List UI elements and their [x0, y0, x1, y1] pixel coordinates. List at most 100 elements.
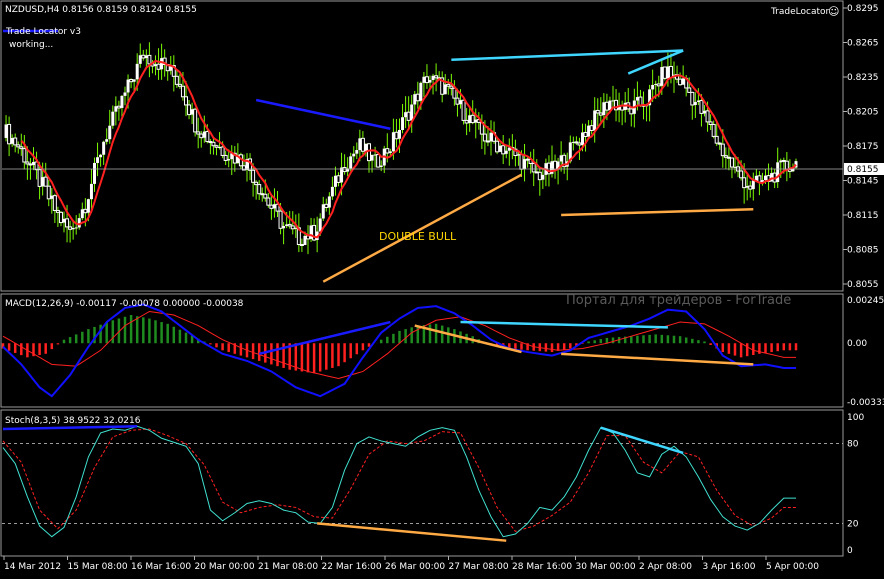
- candle-body-bear: [729, 157, 734, 168]
- trendline-double-bull-orange[interactable]: [322, 173, 523, 283]
- candle-body-bear: [254, 181, 259, 186]
- candle-body-bear: [464, 119, 469, 124]
- stoch-tick-label: 80: [847, 440, 859, 450]
- candle-body-bull: [96, 157, 100, 163]
- trendline-cyan-top-short[interactable]: [627, 49, 684, 75]
- trendline-cyan-top-long[interactable]: [451, 49, 684, 61]
- candle-body-bull: [523, 159, 527, 170]
- candle-body-bear: [455, 97, 460, 105]
- stoch-panel: [2, 425, 843, 542]
- candle-body-bull: [504, 150, 508, 154]
- candle-body-bear: [278, 210, 283, 229]
- candle-body-bear: [687, 87, 692, 93]
- candle-body-bull: [74, 227, 78, 229]
- candle-body-bear: [577, 142, 582, 146]
- candle-body-bull: [428, 80, 432, 83]
- trendline-orange-bottom[interactable]: [561, 208, 754, 217]
- candle-body-bull: [419, 82, 423, 101]
- candle-body-bear: [678, 78, 683, 86]
- candle-body-bear: [299, 244, 304, 247]
- candle-body-bear: [46, 185, 51, 200]
- trendline-blue-resistance[interactable]: [255, 98, 391, 130]
- candle-body-bear: [415, 93, 420, 102]
- candle-body-bear: [629, 108, 634, 115]
- candle-body-bear: [614, 99, 619, 111]
- candle-body-bear: [714, 135, 719, 144]
- candle-body-bear: [711, 123, 716, 137]
- candle-body-bull: [86, 199, 90, 213]
- candle-body-bull: [751, 180, 755, 190]
- candle-body-bear: [65, 218, 70, 228]
- candle-body-bear: [290, 225, 295, 230]
- price-panel-frame: [0, 0, 844, 292]
- time-tick-label: 22 Mar 16:00: [322, 562, 382, 572]
- candle-body-bear: [58, 211, 63, 224]
- time-tick-label: 21 Mar 08:00: [258, 562, 318, 572]
- time-tick-label: 15 Mar 08:00: [68, 562, 128, 572]
- candle-body-bear: [25, 161, 30, 165]
- price-tick-label: 0.8295: [847, 4, 879, 14]
- candle-body-bear: [43, 176, 48, 187]
- price-tick-label: 0.8205: [847, 108, 879, 118]
- price-tick-label: 0.8145: [847, 177, 879, 187]
- double-bull-annotation: DOUBLE BULL: [379, 230, 457, 243]
- macd-tick-label: 0.00: [847, 339, 867, 349]
- candle-body-bear: [537, 171, 542, 181]
- candle-body-bear: [553, 160, 558, 171]
- trendline-stoch-orange[interactable]: [317, 522, 507, 542]
- candle-body-bull: [285, 224, 289, 226]
- candle-body-bull: [571, 141, 575, 143]
- candle-body-bull: [340, 167, 344, 183]
- watermark: Портал для трейдеров - ForTrade: [566, 293, 791, 308]
- candle-body-bear: [723, 155, 728, 158]
- price-tick-label: 0.8235: [847, 73, 879, 83]
- candle-body-bull: [330, 186, 334, 197]
- time-tick-label: 3 Apr 16:00: [703, 562, 756, 572]
- candle-body-bull: [105, 139, 109, 142]
- stoch-title: Stoch(8,3,5) 38.9522 32.0216: [5, 416, 141, 426]
- candle-body-bull: [391, 132, 395, 152]
- current-price-label: 0.8155: [847, 165, 879, 175]
- trendline-stoch-blue[interactable]: [2, 425, 138, 431]
- candle-body-bear: [604, 101, 609, 111]
- candle-body-bull: [379, 165, 383, 168]
- candle-body-bear: [495, 140, 500, 153]
- time-tick-label: 28 Mar 16:00: [512, 562, 572, 572]
- macd-signal-line: [2, 310, 796, 380]
- candle-body-bull: [327, 196, 331, 208]
- trendline-stoch-cyan[interactable]: [600, 426, 684, 455]
- candle-body-bear: [360, 137, 365, 152]
- trendline-macd-blue[interactable]: [258, 320, 391, 356]
- candle-body-bull: [120, 95, 124, 108]
- candle-body-bear: [525, 158, 530, 161]
- candle-body-bull: [355, 150, 359, 154]
- candle-body-bear: [482, 133, 487, 142]
- candle-body-bear: [241, 165, 246, 171]
- candle-body-bear: [19, 146, 24, 150]
- smiley-icon[interactable]: ☺: [828, 5, 839, 18]
- stoch-tick-label: 100: [847, 413, 864, 423]
- candle-body-bear: [22, 148, 27, 163]
- candle-body-bear: [205, 131, 210, 143]
- time-tick-label: 20 Mar 00:00: [195, 562, 255, 572]
- candle-body-bull: [227, 159, 231, 161]
- candle-body-bear: [742, 177, 747, 189]
- candle-body-bull: [89, 183, 93, 200]
- candle-body-bear: [583, 131, 588, 138]
- candle-body-bull: [398, 129, 401, 139]
- candle-body-bull: [776, 162, 780, 183]
- candle-body-bull: [651, 84, 655, 90]
- candle-body-bear: [199, 133, 204, 139]
- candle-body-bear: [7, 123, 12, 145]
- candle-body-bear: [598, 112, 603, 116]
- candle-body-bear: [668, 65, 673, 79]
- candle-body-bear: [739, 170, 744, 179]
- price-tick-label: 0.8085: [847, 246, 879, 256]
- candle-body-bear: [656, 83, 661, 87]
- candle-body-bear: [306, 235, 310, 240]
- candle-body-bull: [410, 104, 414, 121]
- candle-body-bull: [431, 75, 435, 81]
- candle-body-bull: [349, 156, 353, 169]
- candle-body-bull: [388, 151, 392, 154]
- macd-tick-label: 0.00245: [847, 296, 884, 306]
